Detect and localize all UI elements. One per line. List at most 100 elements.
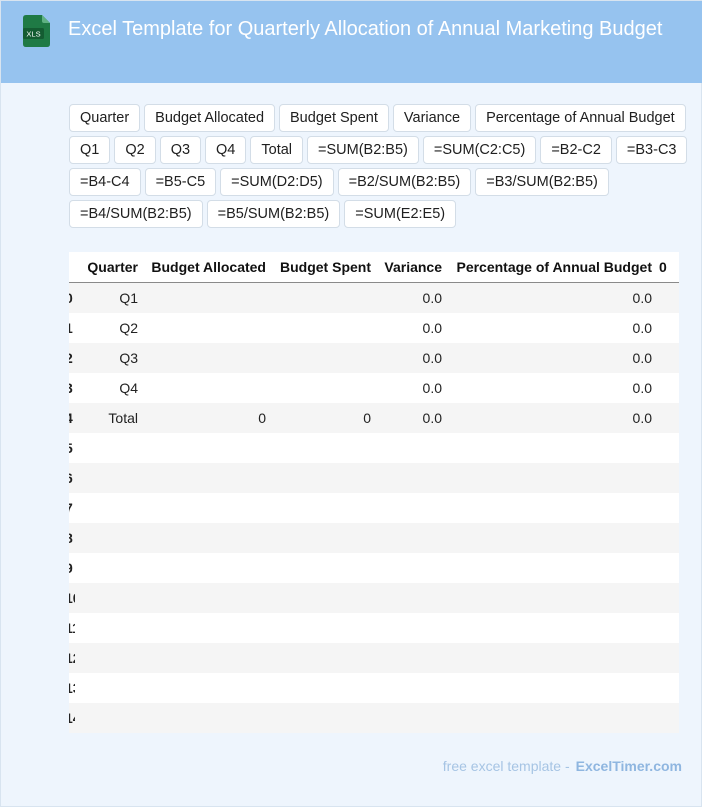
cell-percentage xyxy=(449,493,652,523)
column-header-variance: Variance xyxy=(384,259,442,275)
cell-budget-spent xyxy=(272,373,371,403)
cell-variance xyxy=(377,643,442,673)
table-row: 6 xyxy=(69,463,679,493)
cell-variance: 0.0 xyxy=(422,350,442,366)
cell-budget-allocated xyxy=(144,343,266,373)
cell-variance xyxy=(377,523,442,553)
cell-budget-allocated xyxy=(144,523,266,553)
cell-variance: 0.0 xyxy=(422,320,442,336)
cell-percentage xyxy=(449,463,652,493)
cell-percentage: 0.0 xyxy=(632,320,652,336)
cell-budget-spent xyxy=(272,583,371,613)
header-chip: =SUM(B2:B5) xyxy=(307,136,419,164)
cell-variance xyxy=(377,613,442,643)
header-chip: =B2-C2 xyxy=(540,136,612,164)
cell-percentage xyxy=(449,523,652,553)
cell-budget-allocated xyxy=(144,703,266,733)
spreadsheet-preview: Quarter Budget Allocated Budget Spent Va… xyxy=(69,252,679,733)
page-title: Excel Template for Quarterly Allocation … xyxy=(68,18,663,40)
header-chip: Budget Spent xyxy=(279,104,389,132)
header-chip: Total xyxy=(250,136,304,164)
cell-percentage xyxy=(449,613,652,643)
cell-variance: 0.0 xyxy=(422,290,442,306)
cell-budget-allocated xyxy=(144,643,266,673)
table-row: 3Q40.00.0 xyxy=(69,373,679,403)
cell-budget-allocated xyxy=(144,463,266,493)
cell-variance xyxy=(377,463,442,493)
cell-variance xyxy=(377,703,442,733)
cell-percentage: 0.0 xyxy=(632,410,652,426)
header-chip: Percentage of Annual Budget xyxy=(475,104,686,132)
cell-budget-allocated xyxy=(144,553,266,583)
cell-budget-spent xyxy=(272,283,371,313)
cell-budget-allocated xyxy=(144,373,266,403)
header-chip: =SUM(D2:D5) xyxy=(220,168,334,196)
cell-variance xyxy=(377,493,442,523)
column-header-budget-allocated: Budget Allocated xyxy=(151,259,266,275)
cell-budget-spent xyxy=(272,703,371,733)
cell-variance: 0.0 xyxy=(422,410,442,426)
header-chip: Q2 xyxy=(114,136,156,164)
table-row: 0Q10.00.0 xyxy=(69,283,679,313)
header-chip: Variance xyxy=(392,104,472,132)
cell-variance xyxy=(377,433,442,463)
header-chip: =SUM(E2:E5) xyxy=(344,200,457,228)
cell-quarter xyxy=(75,493,138,523)
cell-quarter xyxy=(75,523,138,553)
column-header-quarter: Quarter xyxy=(87,259,138,275)
cell-budget-spent xyxy=(272,433,371,463)
cell-budget-allocated: 0 xyxy=(258,410,266,426)
cell-quarter xyxy=(75,703,138,733)
table-header-row: Quarter Budget Allocated Budget Spent Va… xyxy=(69,252,679,283)
cell-budget-spent xyxy=(272,673,371,703)
cell-variance xyxy=(377,583,442,613)
cell-budget-allocated xyxy=(144,283,266,313)
table-row: 11 xyxy=(69,613,679,643)
table-row: 13 xyxy=(69,673,679,703)
table-row: 10 xyxy=(69,583,679,613)
cell-percentage xyxy=(449,583,652,613)
cell-budget-allocated xyxy=(144,583,266,613)
cell-quarter xyxy=(75,643,138,673)
header-chip: =B2/SUM(B2:B5) xyxy=(337,168,472,196)
table-row: 7 xyxy=(69,493,679,523)
header-banner: XLS Excel Template for Quarterly Allocat… xyxy=(1,1,702,83)
cell-budget-spent xyxy=(272,313,371,343)
cell-budget-allocated xyxy=(144,433,266,463)
cell-percentage: 0.0 xyxy=(632,380,652,396)
column-header-budget-spent: Budget Spent xyxy=(280,259,371,275)
footer-text: free excel template - xyxy=(442,758,570,774)
cell-budget-spent xyxy=(272,493,371,523)
cell-budget-allocated xyxy=(144,313,266,343)
page: XLS Excel Template for Quarterly Allocat… xyxy=(0,0,702,807)
cell-quarter xyxy=(75,433,138,463)
table-row: 2Q30.00.0 xyxy=(69,343,679,373)
cell-variance: 0.0 xyxy=(422,380,442,396)
cell-variance xyxy=(377,673,442,703)
cell-budget-spent xyxy=(272,613,371,643)
cell-percentage xyxy=(449,643,652,673)
header-chip: =B5/SUM(B2:B5) xyxy=(206,200,341,228)
cell-budget-spent: 0 xyxy=(363,410,371,426)
cell-budget-spent xyxy=(272,343,371,373)
header-chip: Budget Allocated xyxy=(144,104,276,132)
table-row: 5 xyxy=(69,433,679,463)
header-chip: Q3 xyxy=(159,136,202,164)
cell-percentage xyxy=(449,553,652,583)
footer: free excel template - ExcelTimer.com xyxy=(1,758,682,774)
cell-quarter xyxy=(75,673,138,703)
footer-brand-link[interactable]: ExcelTimer.com xyxy=(576,758,682,774)
cell-quarter: Q1 xyxy=(119,290,138,306)
header-chip: Q4 xyxy=(205,136,247,164)
header-chip: Q1 xyxy=(69,136,111,164)
cell-budget-spent xyxy=(272,643,371,673)
cell-quarter xyxy=(75,553,138,583)
cell-budget-spent xyxy=(272,553,371,583)
cell-quarter xyxy=(75,463,138,493)
cell-quarter: Q2 xyxy=(119,320,138,336)
cell-budget-spent xyxy=(272,523,371,553)
cell-quarter xyxy=(75,583,138,613)
cell-budget-allocated xyxy=(144,613,266,643)
table-row: 4Total000.00.0 xyxy=(69,403,679,433)
table-row: 1Q20.00.0 xyxy=(69,313,679,343)
